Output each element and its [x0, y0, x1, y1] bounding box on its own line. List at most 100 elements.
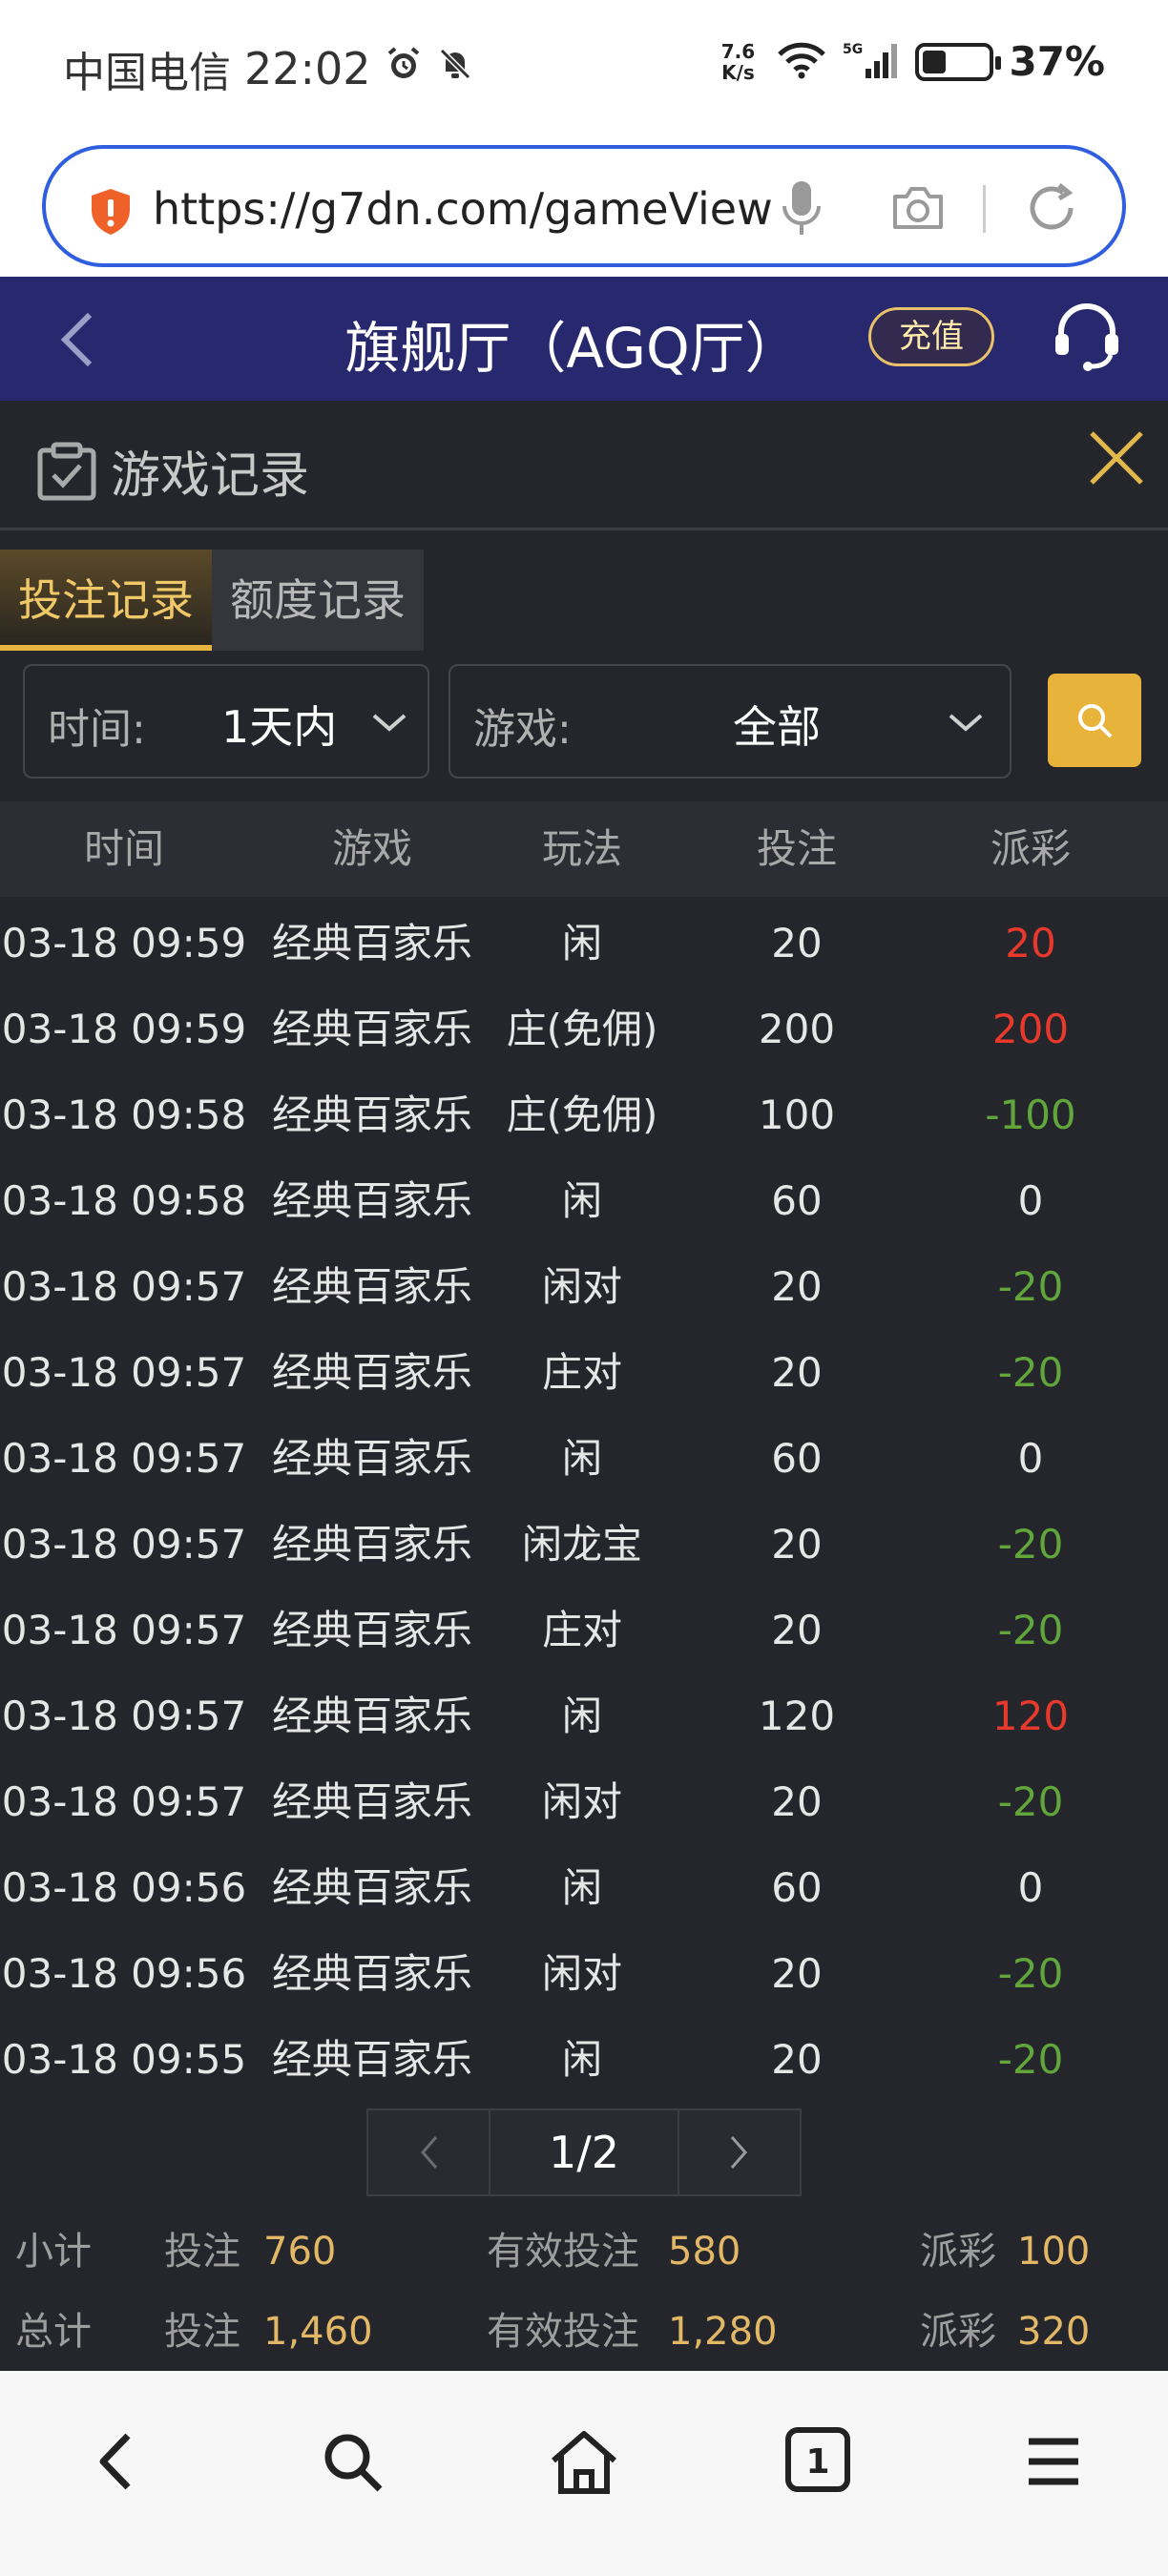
back-arrow-icon[interactable] [53, 309, 101, 374]
cell-payout: -20 [997, 1263, 1064, 1310]
chevron-right-icon [730, 2136, 747, 2169]
tab-credit-records[interactable]: 额度记录 [212, 550, 424, 651]
signal-5g-icon: 5G [843, 40, 900, 84]
cell-game: 经典百家乐 [271, 1435, 472, 1482]
cell-bet: 20 [771, 1607, 823, 1653]
home-icon[interactable] [548, 2428, 620, 2501]
tabs-icon[interactable]: 1 [784, 2426, 851, 2497]
network-speed-unit: K/s [721, 60, 755, 84]
tab-bet-records[interactable]: 投注记录 [0, 550, 212, 651]
recharge-button[interactable]: 充值 [868, 307, 994, 366]
url-text[interactable]: https://g7dn.com/gameView [153, 177, 782, 240]
cell-play: 闲 [561, 1864, 602, 1911]
column-header-play: 玩法 [541, 825, 622, 872]
reload-icon[interactable] [1025, 177, 1082, 242]
table-row: 03-18 09:58 经典百家乐 闲 60 0 [0, 1158, 1168, 1244]
game-hall-header: 旗舰厅（AGQ厅） 充值 [0, 277, 1168, 401]
cell-play: 闲对 [541, 1263, 622, 1310]
prev-page-button[interactable] [366, 2109, 490, 2196]
cell-payout: 0 [1017, 1177, 1044, 1224]
cell-game: 经典百家乐 [271, 1864, 472, 1911]
cell-time: 03-18 09:56 [1, 1864, 247, 1911]
alarm-icon [385, 45, 423, 93]
cell-game: 经典百家乐 [271, 1778, 472, 1825]
total-payout-label: 派彩 [920, 2310, 996, 2354]
browser-bottom-nav: 1 [0, 2371, 1168, 2576]
cell-payout: -20 [997, 1607, 1064, 1653]
records-table-body: 03-18 09:59 经典百家乐闲 20 20 03-18 09:59 经典百家乐 庄(免… [0, 901, 1168, 2103]
table-row: 03-18 09:56 经典百家乐 闲 60 0 [0, 1845, 1168, 1931]
chevron-left-icon [421, 2136, 438, 2169]
panel-header: 游戏记录 [0, 401, 1168, 530]
cell-game: 经典百家乐 [271, 1263, 472, 1310]
table-row: 03-18 09:57 经典百家乐 庄对 20 -20 [0, 1330, 1168, 1416]
time-filter-value: 1天内 [221, 701, 338, 753]
table-row: 03-18 09:57 经典百家乐 闲 60 0 [0, 1416, 1168, 1502]
table-header: 时间 游戏 玩法 投注 派彩 [0, 801, 1168, 897]
search-button[interactable] [1048, 674, 1141, 767]
subtotal-payout-label: 派彩 [920, 2230, 996, 2274]
game-filter-dropdown[interactable]: 游戏: 全部 [448, 664, 1012, 779]
battery-fill [923, 50, 947, 73]
column-header-bet: 投注 [756, 825, 837, 872]
time-filter-dropdown[interactable]: 时间: 1天内 [23, 664, 429, 779]
customer-service-icon[interactable] [1050, 301, 1124, 378]
cell-bet: 60 [771, 1177, 823, 1224]
close-icon[interactable] [1086, 427, 1147, 492]
cell-play: 闲对 [541, 1778, 622, 1825]
subtotal-valid-value: 580 [668, 2230, 741, 2274]
next-page-button[interactable] [678, 2109, 802, 2196]
total-payout-value: 320 [1017, 2310, 1091, 2354]
game-records-panel: 游戏记录 投注记录 额度记录 时间: 1天内 游戏: 全部 时间 游戏 玩法 投注… [0, 401, 1168, 2371]
network-speed-value: 7.6 [720, 39, 756, 63]
cell-payout: 20 [1005, 920, 1056, 966]
shield-warning-icon[interactable] [88, 187, 134, 237]
camera-icon[interactable] [889, 181, 947, 239]
table-row: 03-18 09:57 经典百家乐 闲龙宝 20 -20 [0, 1502, 1168, 1588]
cell-play: 庄(免佣) [506, 1006, 658, 1052]
cell-time: 03-18 09:59 [1, 1006, 247, 1052]
clock: 22:02 [244, 43, 371, 94]
address-bar[interactable]: https://g7dn.com/gameView [42, 145, 1126, 267]
cell-game: 经典百家乐 [271, 920, 472, 966]
menu-icon[interactable] [1025, 2428, 1082, 2499]
cell-game: 经典百家乐 [271, 1950, 472, 1997]
column-header-game: 游戏 [331, 825, 412, 872]
mute-bell-icon [436, 45, 474, 93]
cell-time: 03-18 09:58 [1, 1091, 247, 1138]
table-row: 03-18 09:58 经典百家乐 庄(免佣) 100 -100 [0, 1072, 1168, 1158]
table-row: 03-18 09:55 经典百家乐 闲 20 -20 [0, 2017, 1168, 2103]
cell-payout: -20 [997, 1521, 1064, 1568]
page-indicator: 1/2 [490, 2109, 678, 2196]
status-bar-left: 中国电信 22:02 [63, 38, 474, 99]
cell-time: 03-18 09:57 [1, 1349, 247, 1396]
total-valid-value: 1,280 [668, 2310, 778, 2354]
cell-play: 闲 [561, 1693, 602, 1739]
total-bet-label: 投注 [164, 2310, 240, 2354]
chevron-down-icon [947, 712, 985, 738]
game-filter-value: 全部 [733, 701, 821, 753]
table-row: 03-18 09:57 经典百家乐 闲 120 120 [0, 1673, 1168, 1759]
cell-payout: -20 [997, 2036, 1064, 2083]
record-tabs: 投注记录 额度记录 [0, 550, 424, 651]
cell-time: 03-18 09:57 [1, 1607, 247, 1653]
svg-text:5G: 5G [843, 42, 863, 57]
cell-time: 03-18 09:59 [1, 920, 247, 966]
microphone-icon[interactable] [781, 177, 823, 242]
cell-bet: 20 [771, 1778, 823, 1825]
cell-game: 经典百家乐 [271, 1521, 472, 1568]
subtotal-row: 小计 投注 760 有效投注 580 派彩 100 [0, 2212, 1168, 2292]
cell-bet: 60 [771, 1864, 823, 1911]
cell-play: 闲龙宝 [521, 1521, 642, 1568]
cell-bet: 20 [771, 1349, 823, 1396]
cell-bet: 20 [771, 920, 823, 966]
cell-payout: -20 [997, 1778, 1064, 1825]
subtotal-label: 小计 [15, 2230, 92, 2274]
search-icon[interactable] [319, 2428, 386, 2499]
subtotal-payout-value: 100 [1017, 2230, 1091, 2274]
cell-time: 03-18 09:58 [1, 1177, 247, 1224]
cell-time: 03-18 09:56 [1, 1950, 247, 1997]
pagination: 1/2 [366, 2109, 802, 2196]
back-icon[interactable] [88, 2428, 145, 2499]
status-bar-right: 7.6 K/s 5G 37% [715, 38, 1105, 85]
